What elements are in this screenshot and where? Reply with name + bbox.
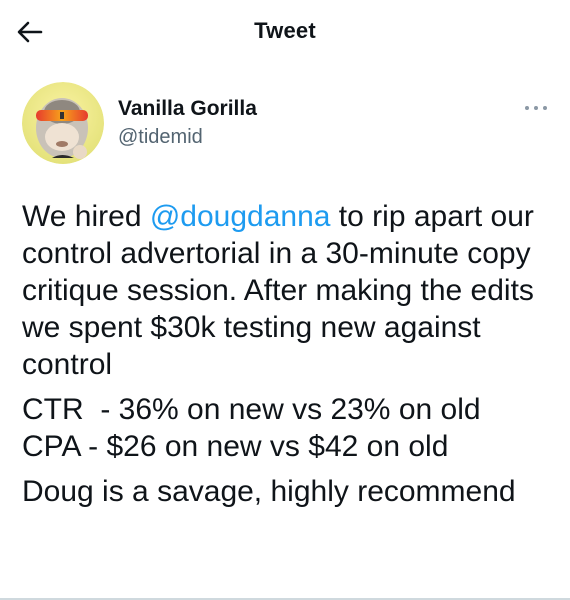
user-handle[interactable]: @tidemid [118, 126, 203, 149]
page-title: Tweet [254, 18, 316, 43]
avatar[interactable] [22, 82, 104, 164]
ctr-stat-line: CTR - 36% on new vs 23% on old [22, 393, 481, 426]
tweet-text: We hired @dougdanna to rip apart our con… [22, 198, 558, 510]
cpa-stat-line: CPA - $26 on new vs $42 on old [22, 430, 449, 463]
top-bar: Tweet [0, 0, 570, 64]
tweet-paragraph-stats: CTR - 36% on new vs 23% on old CPA - $26… [22, 391, 558, 465]
display-name[interactable]: Vanilla Gorilla [118, 97, 257, 121]
tweet-paragraph-closing: Doug is a savage, highly recommend [22, 475, 516, 508]
mention-link[interactable]: @dougdanna [150, 200, 331, 233]
more-options-button[interactable] [522, 100, 550, 116]
tweet-author: Vanilla Gorilla @tidemid [22, 80, 552, 166]
gorilla-avatar-icon [22, 82, 104, 164]
tweet-paragraph-intro: We hired @dougdanna to rip apart our con… [22, 198, 558, 383]
tweet-text-intro: We hired [22, 200, 150, 233]
more-horizontal-icon [525, 106, 547, 110]
